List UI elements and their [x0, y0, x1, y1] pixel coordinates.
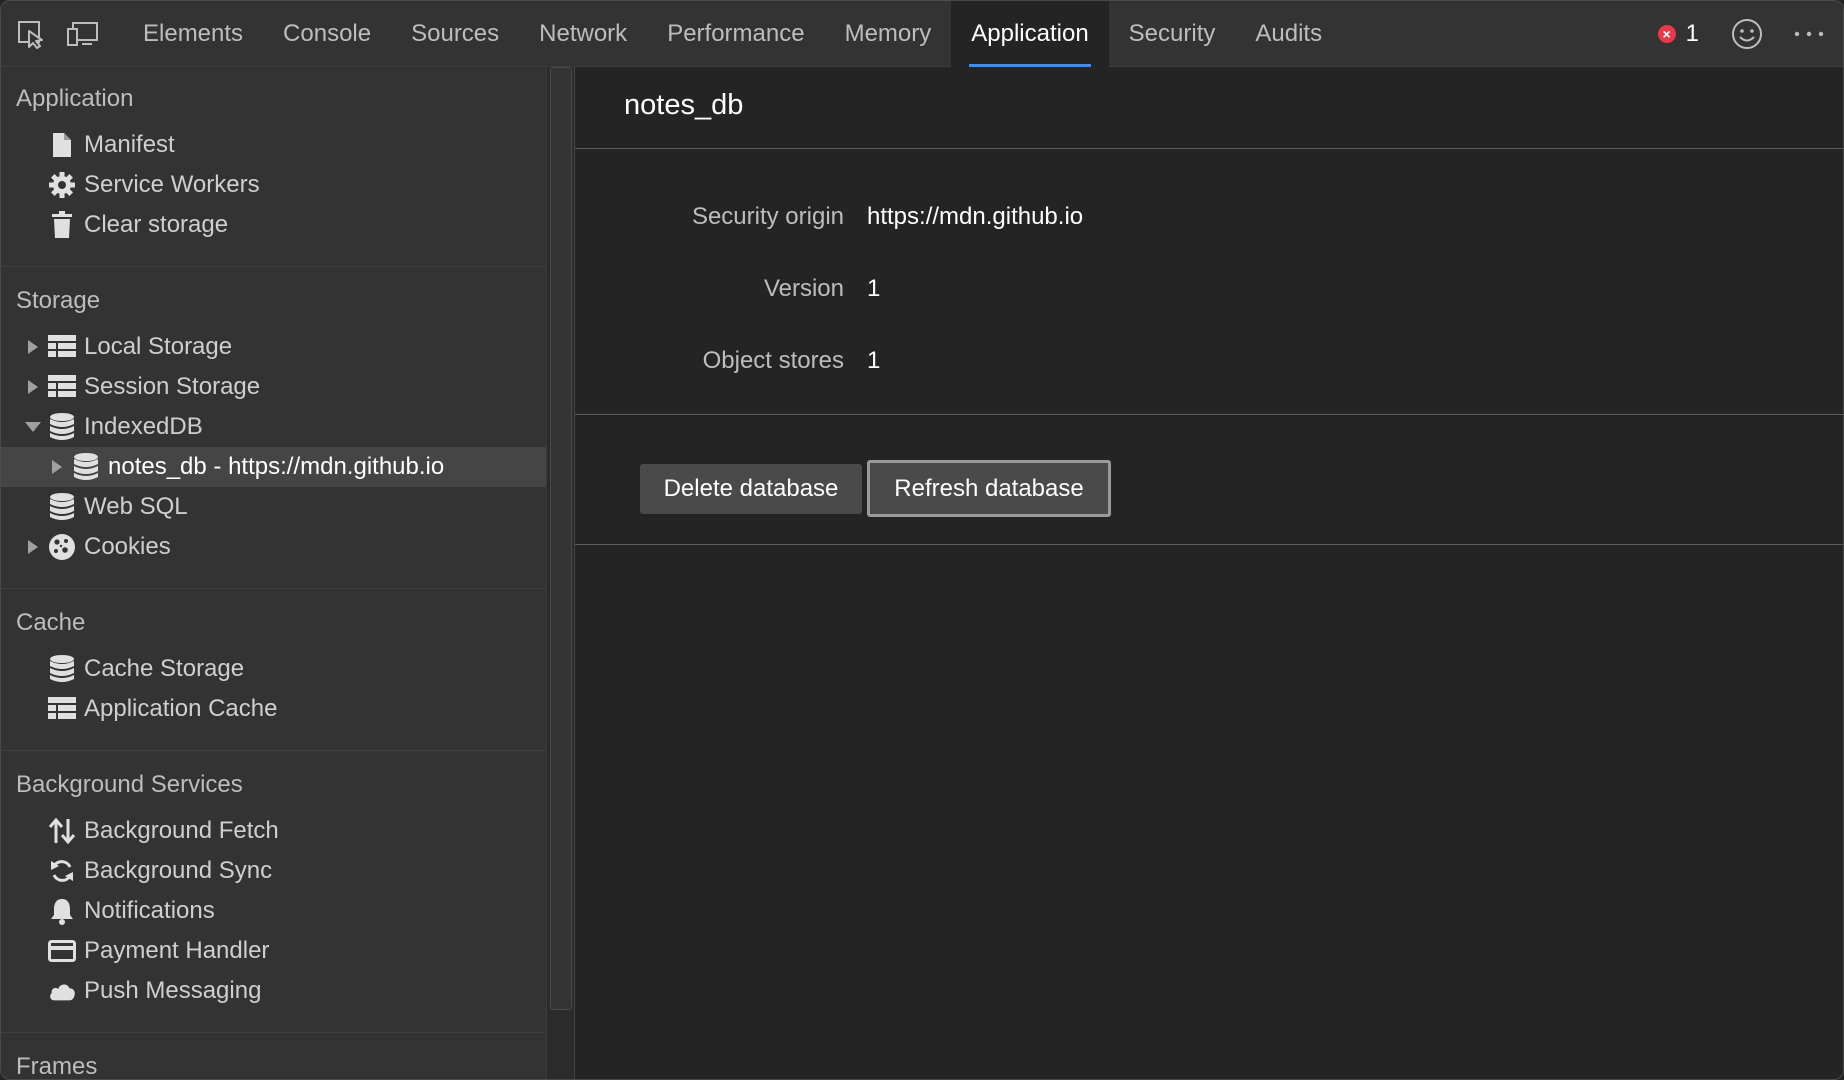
sidebar-item-web-sql[interactable]: Web SQL: [1, 487, 546, 527]
error-counter[interactable]: × 1: [1657, 20, 1699, 48]
sidebar-item-label: IndexedDB: [84, 413, 203, 440]
sidebar-item-label: Background Fetch: [84, 817, 279, 844]
inspect-element-icon[interactable]: [11, 14, 51, 54]
grid-icon: [48, 333, 76, 361]
expand-arrow-icon[interactable]: [51, 460, 63, 474]
sidebar-item-cookies[interactable]: Cookies: [1, 527, 546, 567]
sidebar-item-notes-db[interactable]: notes_db - https://mdn.github.io: [1, 447, 546, 487]
tab-sources[interactable]: Sources: [391, 1, 519, 67]
sidebar-item-label: Background Sync: [84, 857, 273, 884]
sidebar-item-session-storage[interactable]: Session Storage: [1, 367, 546, 407]
grid-icon: [48, 373, 76, 401]
devtools-window: Elements Console Sources Network Perform…: [0, 0, 1844, 1080]
toolbar-right: × 1: [1657, 1, 1843, 67]
more-options-icon[interactable]: [1789, 14, 1829, 54]
sidebar-item-label: Push Messaging: [84, 977, 262, 1004]
error-icon: ×: [1657, 25, 1676, 43]
trash-icon: [48, 211, 76, 239]
delete-database-button[interactable]: Delete database: [640, 464, 862, 514]
tab-console[interactable]: Console: [263, 1, 391, 67]
tab-security[interactable]: Security: [1109, 1, 1236, 67]
expand-arrow-icon[interactable]: [27, 380, 39, 394]
tab-performance[interactable]: Performance: [647, 1, 824, 67]
section-frames-title: Frames: [16, 1053, 98, 1080]
sidebar-item-label: Session Storage: [84, 373, 261, 400]
sidebar-item-manifest[interactable]: Manifest: [1, 125, 546, 165]
sidebar-scrollbar[interactable]: [546, 67, 575, 1079]
sidebar-item-label: Clear storage: [84, 211, 229, 238]
divider: [575, 148, 1843, 149]
grid-icon: [48, 695, 76, 723]
sidebar-item-label: Cache Storage: [84, 655, 245, 682]
database-icon: [48, 655, 76, 683]
sidebar-item-local-storage[interactable]: Local Storage: [1, 327, 546, 367]
divider: [1, 1032, 546, 1033]
feedback-smiley-icon[interactable]: [1727, 14, 1767, 54]
section-cache-title: Cache: [16, 609, 86, 636]
tab-elements[interactable]: Elements: [123, 1, 263, 67]
sidebar-item-label: Payment Handler: [84, 937, 270, 964]
application-sidebar: Application Manifest Service Workers Cle…: [1, 67, 546, 1080]
database-details-panel: notes_db Security origin https://mdn.git…: [575, 67, 1843, 1079]
divider: [1, 266, 546, 267]
security-origin-value: https://mdn.github.io: [867, 203, 1084, 230]
divider: [1, 750, 546, 751]
device-toolbar-icon[interactable]: [63, 14, 103, 54]
sidebar-item-background-fetch[interactable]: Background Fetch: [1, 811, 546, 851]
sidebar-item-label: Manifest: [84, 131, 175, 158]
refresh-database-button[interactable]: Refresh database: [867, 460, 1111, 517]
tab-network[interactable]: Network: [519, 1, 647, 67]
object-stores-value: 1: [867, 347, 881, 374]
database-title: notes_db: [624, 89, 744, 121]
sidebar-item-label: notes_db - https://mdn.github.io: [108, 453, 445, 480]
sidebar-item-label: Local Storage: [84, 333, 233, 360]
sidebar-item-background-sync[interactable]: Background Sync: [1, 851, 546, 891]
divider: [575, 544, 1843, 545]
expand-arrow-icon[interactable]: [27, 540, 39, 554]
tab-application[interactable]: Application: [951, 1, 1109, 67]
tab-memory[interactable]: Memory: [825, 1, 952, 67]
sidebar-item-payment-handler[interactable]: Payment Handler: [1, 931, 546, 971]
sidebar-item-push-messaging[interactable]: Push Messaging: [1, 971, 546, 1011]
collapse-arrow-icon[interactable]: [25, 420, 41, 434]
devtools-toolbar: Elements Console Sources Network Perform…: [1, 1, 1843, 67]
sidebar-item-clear-storage[interactable]: Clear storage: [1, 205, 546, 245]
cookie-icon: [48, 533, 76, 561]
sidebar-item-application-cache[interactable]: Application Cache: [1, 689, 546, 729]
sidebar-item-service-workers[interactable]: Service Workers: [1, 165, 546, 205]
sidebar-item-label: Service Workers: [84, 171, 260, 198]
sidebar-item-notifications[interactable]: Notifications: [1, 891, 546, 931]
expand-arrow-icon[interactable]: [27, 340, 39, 354]
database-icon: [72, 453, 100, 481]
section-application-title: Application: [16, 85, 134, 112]
sidebar-item-cache-storage[interactable]: Cache Storage: [1, 649, 546, 689]
sidebar-item-indexeddb[interactable]: IndexedDB: [1, 407, 546, 447]
error-count: 1: [1685, 20, 1699, 47]
security-origin-label: Security origin: [691, 203, 844, 230]
scrollbar-thumb[interactable]: [550, 67, 572, 1010]
card-icon: [48, 937, 76, 965]
gear-icon: [48, 171, 76, 199]
sync-icon: [48, 857, 76, 885]
database-icon: [48, 493, 76, 521]
object-stores-label: Object stores: [702, 347, 844, 374]
tab-audits[interactable]: Audits: [1235, 1, 1342, 67]
section-storage-title: Storage: [16, 287, 101, 314]
section-background-services-title: Background Services: [16, 771, 243, 798]
sidebar-item-label: Web SQL: [84, 493, 188, 520]
up-down-arrows-icon: [48, 817, 76, 845]
divider: [1, 588, 546, 589]
divider: [575, 414, 1843, 415]
sidebar-item-label: Notifications: [84, 897, 215, 924]
version-label: Version: [763, 275, 844, 302]
document-icon: [48, 131, 76, 159]
panel-tabs: Elements Console Sources Network Perform…: [123, 1, 1342, 67]
sidebar-item-label: Application Cache: [84, 695, 278, 722]
bell-icon: [48, 897, 76, 925]
cloud-icon: [48, 977, 76, 1005]
version-value: 1: [867, 275, 881, 302]
database-icon: [48, 413, 76, 441]
sidebar-item-label: Cookies: [84, 533, 171, 560]
